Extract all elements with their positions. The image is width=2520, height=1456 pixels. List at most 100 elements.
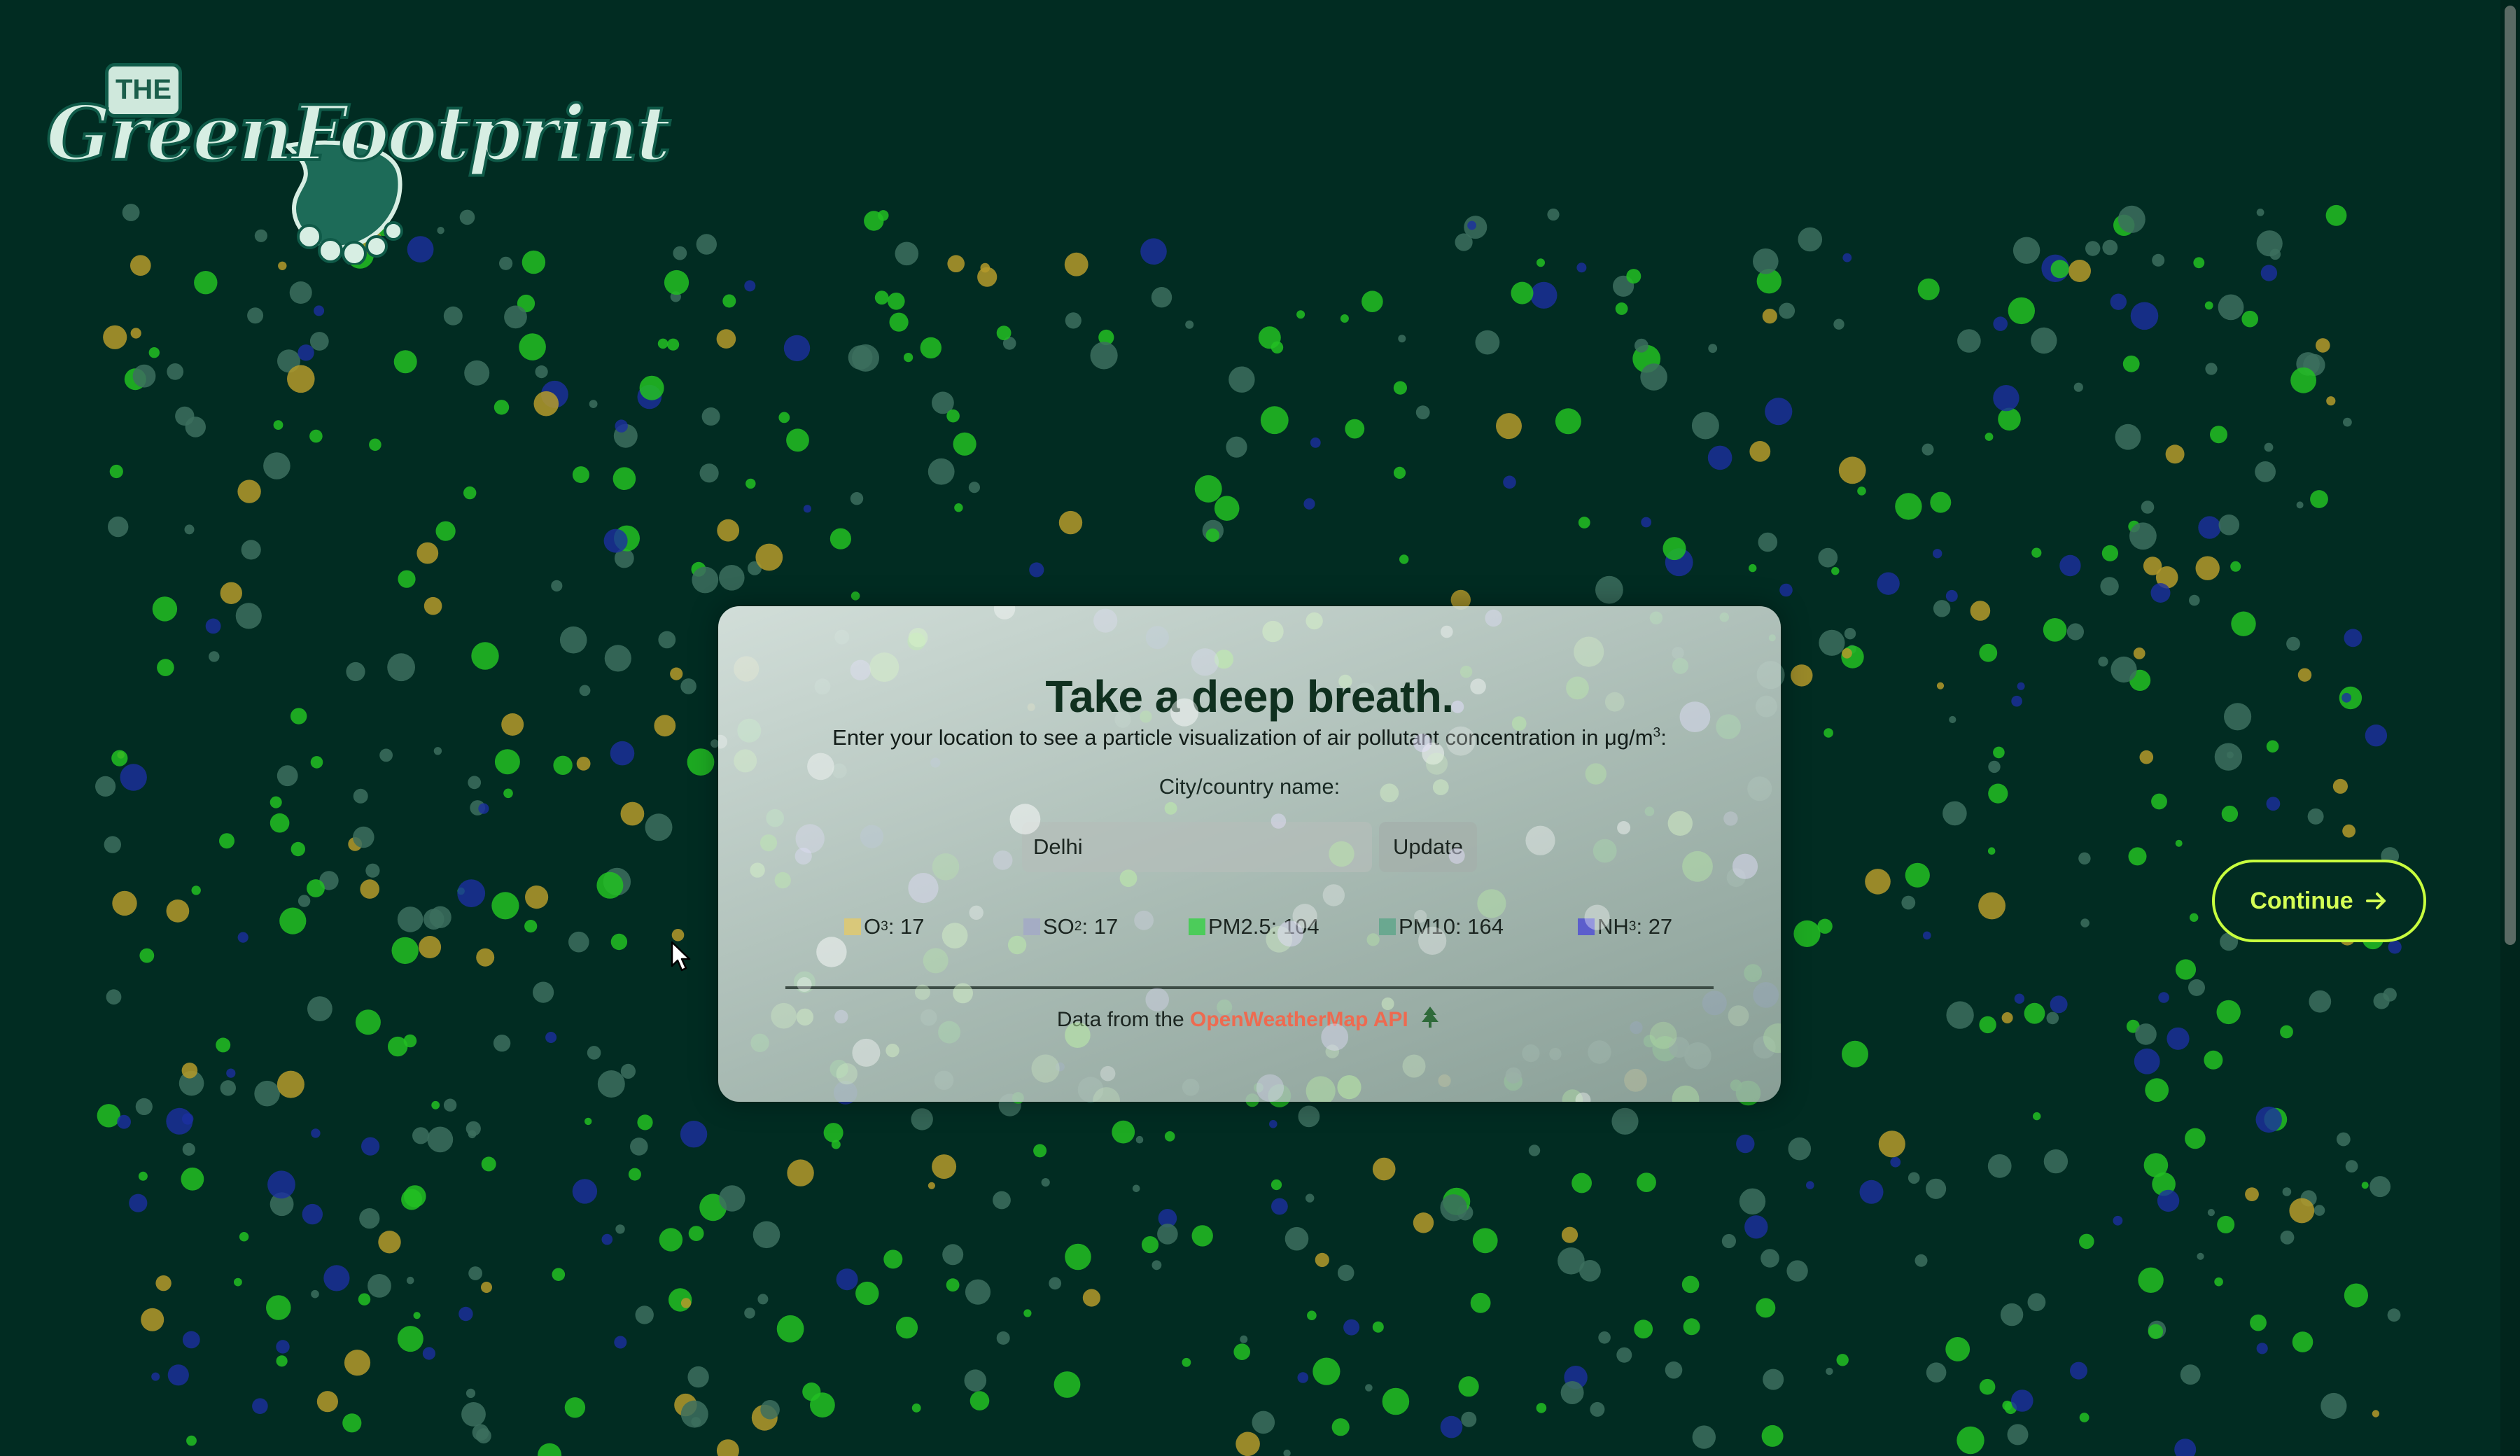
particle	[1611, 1107, 1639, 1135]
particle	[1270, 341, 1284, 354]
particle	[2128, 847, 2147, 866]
particle	[2033, 1112, 2041, 1121]
particle	[2343, 417, 2352, 427]
particle	[946, 409, 960, 423]
particle	[1921, 443, 1934, 456]
openweathermap-link[interactable]: OpenWeatherMap API	[1190, 1008, 1408, 1031]
card-particle	[794, 847, 812, 865]
particle	[468, 1130, 477, 1139]
particle	[1271, 1198, 1288, 1215]
particle	[186, 1435, 197, 1446]
particle	[148, 347, 160, 358]
particle	[1707, 445, 1732, 470]
particle	[1306, 1194, 1315, 1203]
particle	[654, 715, 676, 737]
particle	[307, 996, 332, 1021]
particle	[1598, 1331, 1611, 1344]
particle	[830, 528, 851, 550]
particle	[895, 241, 919, 266]
particle	[461, 1402, 486, 1427]
particle	[1065, 1243, 1091, 1270]
update-button[interactable]: Update	[1379, 822, 1477, 872]
particle	[1530, 281, 1558, 309]
particle	[152, 596, 178, 622]
particle	[1413, 1212, 1434, 1233]
particle	[2139, 750, 2154, 764]
particle	[620, 1063, 636, 1079]
particle	[2012, 237, 2040, 264]
particle	[568, 931, 589, 953]
particle	[504, 305, 527, 329]
particle	[2110, 293, 2127, 310]
card-particle	[1306, 612, 1323, 630]
particle	[2027, 1293, 2046, 1312]
particle	[1786, 1260, 1808, 1282]
particle	[478, 803, 489, 814]
particle	[1135, 1135, 1144, 1144]
particle	[2387, 1308, 2401, 1322]
particle	[1626, 269, 1642, 284]
particle	[1634, 338, 1648, 353]
mouse-cursor-icon	[671, 941, 691, 972]
card-particle	[1322, 884, 1345, 906]
particle	[1681, 1275, 1700, 1294]
particle	[2345, 1160, 2358, 1172]
particle	[433, 747, 442, 755]
particle	[2011, 1390, 2033, 1412]
particle	[610, 741, 635, 766]
particle	[2011, 695, 2022, 707]
particle	[524, 920, 538, 933]
particle	[2135, 1023, 2157, 1045]
city-input[interactable]	[1022, 822, 1372, 872]
particle	[1946, 1001, 1974, 1029]
particle	[2195, 556, 2220, 580]
card-particle	[908, 873, 939, 904]
particle	[589, 400, 598, 408]
particle	[423, 909, 444, 930]
particle	[1984, 433, 1994, 441]
continue-label: Continue	[2250, 887, 2353, 914]
particle	[416, 542, 439, 564]
particle	[2336, 1132, 2351, 1147]
particle	[353, 826, 374, 848]
card-subtitle: Enter your location to see a particle vi…	[718, 725, 1781, 750]
particle	[1933, 549, 1942, 559]
particle	[182, 1331, 200, 1349]
particle	[1461, 1411, 1477, 1427]
particle	[1393, 381, 1407, 395]
card-particle	[816, 937, 847, 967]
particle	[2002, 1400, 2012, 1410]
particle	[2344, 1283, 2368, 1308]
particle	[687, 748, 715, 776]
particle	[1536, 258, 1545, 267]
particle	[309, 429, 323, 443]
scrollbar-thumb[interactable]	[2505, 6, 2516, 945]
particle	[1842, 253, 1852, 262]
particle	[716, 1439, 739, 1456]
particle	[1683, 1318, 1700, 1336]
particle	[311, 1289, 319, 1298]
particle	[519, 333, 546, 360]
particle	[888, 293, 905, 310]
particle	[181, 1167, 204, 1191]
particle	[2043, 1149, 2068, 1174]
particle	[1923, 931, 1931, 940]
logo[interactable]: THE GreenFootprint	[42, 55, 673, 265]
particle	[378, 1231, 401, 1254]
particle	[1590, 1401, 1605, 1417]
particle	[503, 788, 513, 799]
particle	[1753, 248, 1779, 274]
continue-button[interactable]: Continue	[2212, 860, 2426, 942]
particle	[2370, 1176, 2391, 1198]
particle	[1993, 316, 2008, 331]
particle	[2118, 205, 2146, 233]
card-particle	[1337, 1075, 1362, 1100]
particle	[1082, 1289, 1100, 1307]
particle	[1298, 1105, 1320, 1128]
particle	[2134, 1048, 2160, 1074]
particle	[850, 592, 860, 601]
air-quality-card: Take a deep breath. Enter your location …	[718, 606, 1781, 1102]
particle	[220, 582, 242, 604]
particle	[744, 280, 756, 292]
particle	[996, 1331, 1010, 1345]
